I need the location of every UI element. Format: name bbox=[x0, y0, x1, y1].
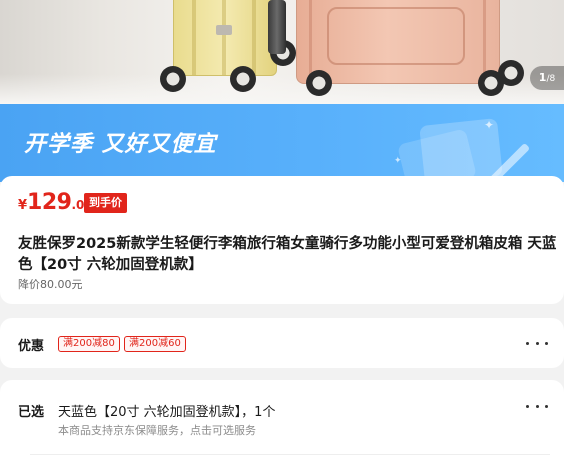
yellow-suitcase-image bbox=[173, 0, 277, 76]
suitcase-wheel bbox=[160, 66, 186, 92]
coupon-tag[interactable]: 满200减80 bbox=[58, 336, 120, 352]
sparkle-icon: ✦ bbox=[394, 156, 402, 166]
service-note: 本商品支持京东保障服务，点击可选服务 bbox=[58, 424, 256, 437]
product-title[interactable]: 友胜保罗2025新款学生轻便行李箱旅行箱女童骑行多功能小型可爱登机箱皮箱 天蓝色… bbox=[18, 234, 558, 276]
price-drop-note: 降价80.00元 bbox=[18, 278, 83, 291]
promo-banner[interactable]: 开学季 又好又便宜 ✦ ✦ bbox=[0, 104, 564, 182]
dot bbox=[526, 341, 529, 345]
suitcase-wheel bbox=[498, 60, 524, 86]
suitcase-lock bbox=[216, 25, 232, 35]
selected-spec-value: 天蓝色【20寸 六轮加固登机款】，1个 bbox=[58, 405, 276, 420]
suitcase-rib bbox=[222, 0, 226, 75]
suitcase-rib bbox=[252, 0, 256, 75]
coupon-tag[interactable]: 满200减60 bbox=[124, 336, 186, 352]
dot bbox=[526, 404, 529, 408]
gallery-total-pages: 8 bbox=[549, 74, 556, 84]
final-price: ¥ 129 .00 bbox=[18, 190, 93, 215]
selected-spec-row[interactable]: 已选 天蓝色【20寸 六轮加固登机款】，1个 本商品支持京东保障服务，点击可选服… bbox=[0, 380, 564, 460]
selected-label: 已选 bbox=[18, 405, 45, 420]
currency-symbol: ¥ bbox=[18, 198, 28, 213]
more-options-icon[interactable] bbox=[526, 339, 548, 347]
promotions-label: 优惠 bbox=[18, 339, 45, 354]
banner-title: 开学季 又好又便宜 bbox=[24, 132, 217, 157]
suitcase-wheel bbox=[230, 66, 256, 92]
dot bbox=[545, 404, 548, 408]
price-integer: 129 bbox=[27, 190, 72, 215]
luggage-handle bbox=[268, 0, 286, 54]
dot bbox=[535, 404, 539, 408]
final-price-badge: 到手价 bbox=[84, 193, 127, 213]
suitcase-wheel bbox=[306, 70, 332, 96]
suitcase-rib bbox=[192, 0, 196, 75]
gallery-page-indicator: 1/8 bbox=[530, 66, 564, 90]
price-card: ¥ 129 .00 到手价 友胜保罗2025新款学生轻便行李箱旅行箱女童骑行多功… bbox=[0, 176, 564, 304]
suitcase-front-pocket bbox=[327, 7, 465, 65]
dot bbox=[545, 341, 548, 345]
more-options-icon[interactable] bbox=[526, 402, 548, 410]
sparkle-icon: ✦ bbox=[484, 118, 495, 132]
suitcase-rib bbox=[309, 0, 312, 83]
product-image-gallery[interactable]: 1/8 bbox=[0, 0, 564, 104]
dot bbox=[535, 341, 539, 345]
pink-suitcase-image bbox=[296, 0, 500, 84]
promotions-row[interactable]: 优惠 满200减80 满200减60 bbox=[0, 318, 564, 368]
row-divider bbox=[30, 454, 550, 455]
